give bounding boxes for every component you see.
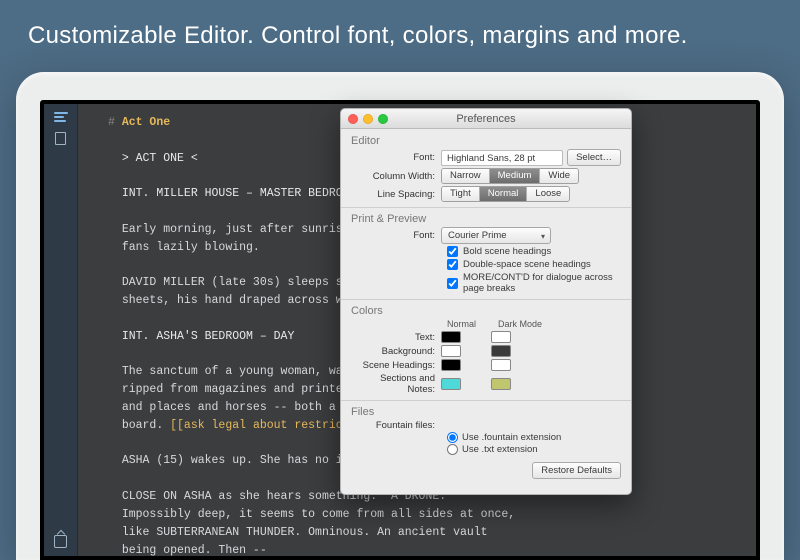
font-label: Font: xyxy=(351,152,441,163)
color-swatch-normal[interactable] xyxy=(441,359,461,371)
color-row: Text: xyxy=(351,331,621,343)
print-font-select[interactable]: Courier Prime xyxy=(441,227,551,244)
section-files-heading: Files xyxy=(351,406,621,418)
zoom-icon[interactable] xyxy=(378,114,388,124)
section-colors-heading: Colors xyxy=(351,305,621,317)
color-swatch-dark[interactable] xyxy=(491,345,511,357)
line-spacing-segmented[interactable]: Tight Normal Loose xyxy=(441,186,570,202)
radio-fountain-ext[interactable]: Use .fountain extension xyxy=(447,432,621,443)
colors-header-dark: Dark Mode xyxy=(498,319,542,329)
colwidth-narrow[interactable]: Narrow xyxy=(442,169,490,183)
editor-sidebar xyxy=(44,104,78,556)
color-row: Background: xyxy=(351,345,621,357)
line-spacing-label: Line Spacing: xyxy=(351,189,441,200)
color-label: Scene Headings: xyxy=(351,360,441,371)
color-swatch-dark[interactable] xyxy=(491,378,511,390)
linespacing-loose[interactable]: Loose xyxy=(527,187,569,201)
linespacing-normal[interactable]: Normal xyxy=(480,187,528,201)
preferences-title: Preferences xyxy=(456,113,515,125)
headline-rest: Control font, colors, margins and more. xyxy=(254,22,688,49)
linespacing-tight[interactable]: Tight xyxy=(442,187,480,201)
color-swatch-dark[interactable] xyxy=(491,359,511,371)
minimize-icon[interactable] xyxy=(363,114,373,124)
print-font-label: Font: xyxy=(351,230,441,241)
close-icon[interactable] xyxy=(348,114,358,124)
preferences-window: Preferences Editor Font: Highland Sans, … xyxy=(340,108,632,495)
section-editor-heading: Editor xyxy=(351,135,621,147)
color-row: Sections and Notes: xyxy=(351,373,621,395)
headline-bold: Customizable Editor. xyxy=(28,22,254,49)
colwidth-wide[interactable]: Wide xyxy=(540,169,578,183)
color-label: Text: xyxy=(351,332,441,343)
radio-txt-ext[interactable]: Use .txt extension xyxy=(447,444,621,455)
column-width-label: Column Width: xyxy=(351,171,441,182)
section-print-heading: Print & Preview xyxy=(351,213,621,225)
color-label: Background: xyxy=(351,346,441,357)
color-swatch-dark[interactable] xyxy=(491,331,511,343)
color-label: Sections and Notes: xyxy=(351,373,441,395)
color-swatch-normal[interactable] xyxy=(441,378,461,390)
select-font-button[interactable]: Select… xyxy=(567,149,621,166)
color-row: Scene Headings: xyxy=(351,359,621,371)
sidebar-outline-icon[interactable] xyxy=(54,112,68,122)
editor-font-readout: Highland Sans, 28 pt xyxy=(441,150,563,166)
colwidth-medium[interactable]: Medium xyxy=(490,169,541,183)
column-width-segmented[interactable]: Narrow Medium Wide xyxy=(441,168,579,184)
chk-bold-headings[interactable]: Bold scene headings xyxy=(447,246,621,257)
share-icon[interactable] xyxy=(54,535,67,548)
color-swatch-normal[interactable] xyxy=(441,345,461,357)
chk-double-space[interactable]: Double-space scene headings xyxy=(447,259,621,270)
chk-more-contd[interactable]: MORE/CONT'D for dialogue across page bre… xyxy=(447,272,621,294)
color-swatch-normal[interactable] xyxy=(441,331,461,343)
sidebar-page-icon[interactable] xyxy=(55,132,66,145)
colors-header-normal: Normal xyxy=(447,319,476,329)
fountain-files-label: Fountain files: xyxy=(351,420,441,431)
preferences-titlebar[interactable]: Preferences xyxy=(341,109,631,129)
marketing-headline: Customizable Editor. Control font, color… xyxy=(28,22,772,50)
restore-defaults-button[interactable]: Restore Defaults xyxy=(532,462,621,479)
